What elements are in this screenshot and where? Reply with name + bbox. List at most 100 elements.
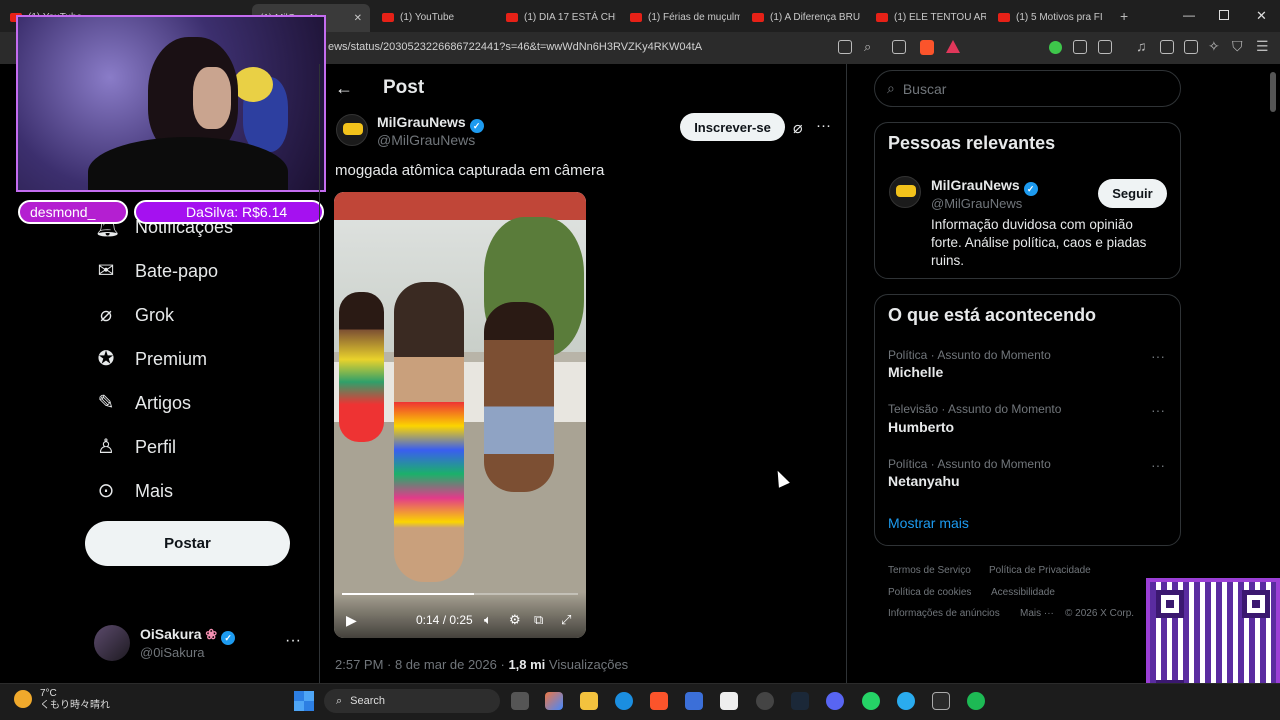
show-more-link[interactable]: Mostrar mais <box>888 515 969 531</box>
close-window-icon[interactable]: ✕ <box>1256 8 1267 24</box>
account-name[interactable]: OiSakura ❀ ✓ <box>140 626 236 645</box>
youtube-icon <box>630 12 642 22</box>
new-tab-icon[interactable]: + <box>1120 8 1128 24</box>
trend-category: Televisão · Assunto do Momento <box>888 402 1062 416</box>
youtube-icon <box>506 12 518 22</box>
follow-button[interactable]: Seguir <box>1098 179 1167 208</box>
windows-taskbar <box>0 683 1280 720</box>
steam-icon[interactable] <box>791 692 809 710</box>
brave-icon[interactable] <box>650 692 668 710</box>
epic-games-icon[interactable] <box>932 692 950 710</box>
trend-more-icon[interactable]: ··· <box>1151 457 1165 473</box>
telegram-icon[interactable] <box>897 692 915 710</box>
obs-icon[interactable] <box>756 692 774 710</box>
footer-link[interactable]: Acessibilidade <box>991 587 1055 598</box>
footer-link[interactable]: Mais ··· <box>1020 608 1054 619</box>
sidebar-item-mais[interactable]: ⊙ Mais <box>95 474 173 508</box>
author-name[interactable]: MilGrauNews ✓ <box>377 114 484 133</box>
vpn-icon[interactable]: ⛉ <box>1232 38 1243 55</box>
fullscreen-icon[interactable]: ⤢ <box>561 612 571 628</box>
tab-1[interactable]: (1) YouTube <box>382 6 492 28</box>
screenshot-icon[interactable] <box>1098 40 1112 54</box>
cast-icon[interactable] <box>838 40 852 54</box>
windows-start-icon[interactable] <box>294 691 314 711</box>
search-input[interactable]: ⌕ Buscar <box>874 70 1181 107</box>
sidebar-item-perfil[interactable]: ♙ Perfil <box>95 430 176 464</box>
relevant-avatar[interactable] <box>889 176 921 208</box>
relevant-name[interactable]: MilGrauNews ✓ <box>931 177 1038 196</box>
zoom-icon[interactable]: ⌕ <box>864 39 871 55</box>
play-icon[interactable]: ▶ <box>346 612 357 629</box>
minimize-icon[interactable]: — <box>1183 8 1195 22</box>
url-field[interactable]: ews/status/2030523226686722441?s=46&t=ww… <box>328 41 702 53</box>
subscribe-button[interactable]: Inscrever-se <box>680 113 785 141</box>
extension-green-icon[interactable] <box>1049 41 1062 54</box>
pip-icon[interactable]: ⧉ <box>534 612 543 628</box>
wallet-icon[interactable] <box>1184 40 1198 54</box>
trend-item[interactable]: Humberto <box>888 419 954 435</box>
search-icon: ⌕ <box>336 694 343 707</box>
relevant-bio: Informação duvidosa com opinião forte. A… <box>931 217 1147 268</box>
sidebar-item-grok[interactable]: ⌀ Grok <box>95 298 174 332</box>
author-avatar[interactable] <box>336 114 368 146</box>
tab-3[interactable]: (1) Férias de muçulm <box>630 6 740 28</box>
restore-icon[interactable] <box>1219 10 1229 20</box>
volume-icon[interactable]: 🔈︎ <box>484 612 492 628</box>
sidebar-toggle-icon[interactable] <box>1160 40 1174 54</box>
tab-6[interactable]: (1) 5 Motivos pra FI <box>998 6 1108 28</box>
scrollbar-thumb[interactable] <box>1270 72 1276 112</box>
tab-5[interactable]: (1) ELE TENTOU AR <box>876 6 986 28</box>
trend-item[interactable]: Michelle <box>888 364 943 380</box>
sidebar-item-bate-papo[interactable]: ✉ Bate-papo <box>95 254 218 288</box>
store-icon[interactable] <box>685 692 703 710</box>
brave-rewards-icon[interactable] <box>946 40 960 53</box>
footer-link[interactable]: Termos de Serviço <box>888 565 971 576</box>
media-icon[interactable]: ♫ <box>1136 38 1147 54</box>
flower-icon: ❀ <box>205 626 218 642</box>
author-handle[interactable]: @MilGrauNews <box>377 132 475 148</box>
post-more-icon[interactable]: ··· <box>816 117 831 134</box>
trend-item[interactable]: Netanyahu <box>888 473 960 489</box>
video-person-left <box>339 292 384 442</box>
video-time: 0:14 / 0:25 <box>416 613 473 627</box>
column-divider-right <box>846 64 847 684</box>
relevant-people-title: Pessoas relevantes <box>888 133 1056 153</box>
trend-more-icon[interactable]: ··· <box>1151 402 1165 418</box>
account-avatar[interactable] <box>94 625 130 661</box>
edge-icon[interactable] <box>615 692 633 710</box>
footer-link[interactable]: Informações de anúncios <box>888 608 1000 619</box>
close-tab-icon[interactable]: ✕ <box>354 13 362 24</box>
streamer-face <box>193 67 231 129</box>
post-button[interactable]: Postar <box>85 521 290 566</box>
settings-icon[interactable]: ⚙ <box>509 612 521 628</box>
video-progress-bar[interactable] <box>342 593 578 595</box>
footer-link[interactable]: Política de cookies <box>888 587 971 598</box>
trend-more-icon[interactable]: ··· <box>1151 348 1165 364</box>
spotify-icon[interactable] <box>967 692 985 710</box>
sidebar-item-artigos[interactable]: ✎ Artigos <box>95 386 191 420</box>
file-explorer-icon[interactable] <box>580 692 598 710</box>
task-view-icon[interactable] <box>511 692 529 710</box>
share-icon[interactable] <box>892 40 906 54</box>
taskbar-search[interactable]: ⌕ Search <box>324 689 500 713</box>
footer-link[interactable]: Política de Privacidade <box>989 565 1091 576</box>
back-arrow-icon[interactable]: ← <box>335 78 353 99</box>
post-video[interactable]: ▶ 0:14 / 0:25 🔈︎ ⚙ ⧉ ⤢ <box>334 192 586 638</box>
plush-toy-head <box>233 67 273 102</box>
leo-ai-icon[interactable]: ✧ <box>1208 38 1220 55</box>
relevant-handle: @MilGrauNews <box>931 196 1023 211</box>
extensions-icon[interactable] <box>1073 40 1087 54</box>
copilot-icon[interactable] <box>545 692 563 710</box>
column-divider-left <box>319 64 320 684</box>
app-icon[interactable] <box>720 692 738 710</box>
discord-icon[interactable] <box>826 692 844 710</box>
grok-icon[interactable]: ⌀ <box>793 118 803 138</box>
whatsapp-icon[interactable] <box>862 692 880 710</box>
menu-icon[interactable]: ☰ <box>1256 38 1269 55</box>
tab-2[interactable]: (1) DIA 17 ESTÁ CHE <box>506 6 616 28</box>
account-more-icon[interactable]: ··· <box>285 632 301 650</box>
sidebar-item-premium[interactable]: ✪ Premium <box>95 342 207 376</box>
weather-widget[interactable]: 7°C くもり時々晴れ <box>14 688 110 712</box>
brave-shield-icon[interactable] <box>920 40 934 55</box>
tab-4[interactable]: (1) A Diferença BRU <box>752 6 862 28</box>
